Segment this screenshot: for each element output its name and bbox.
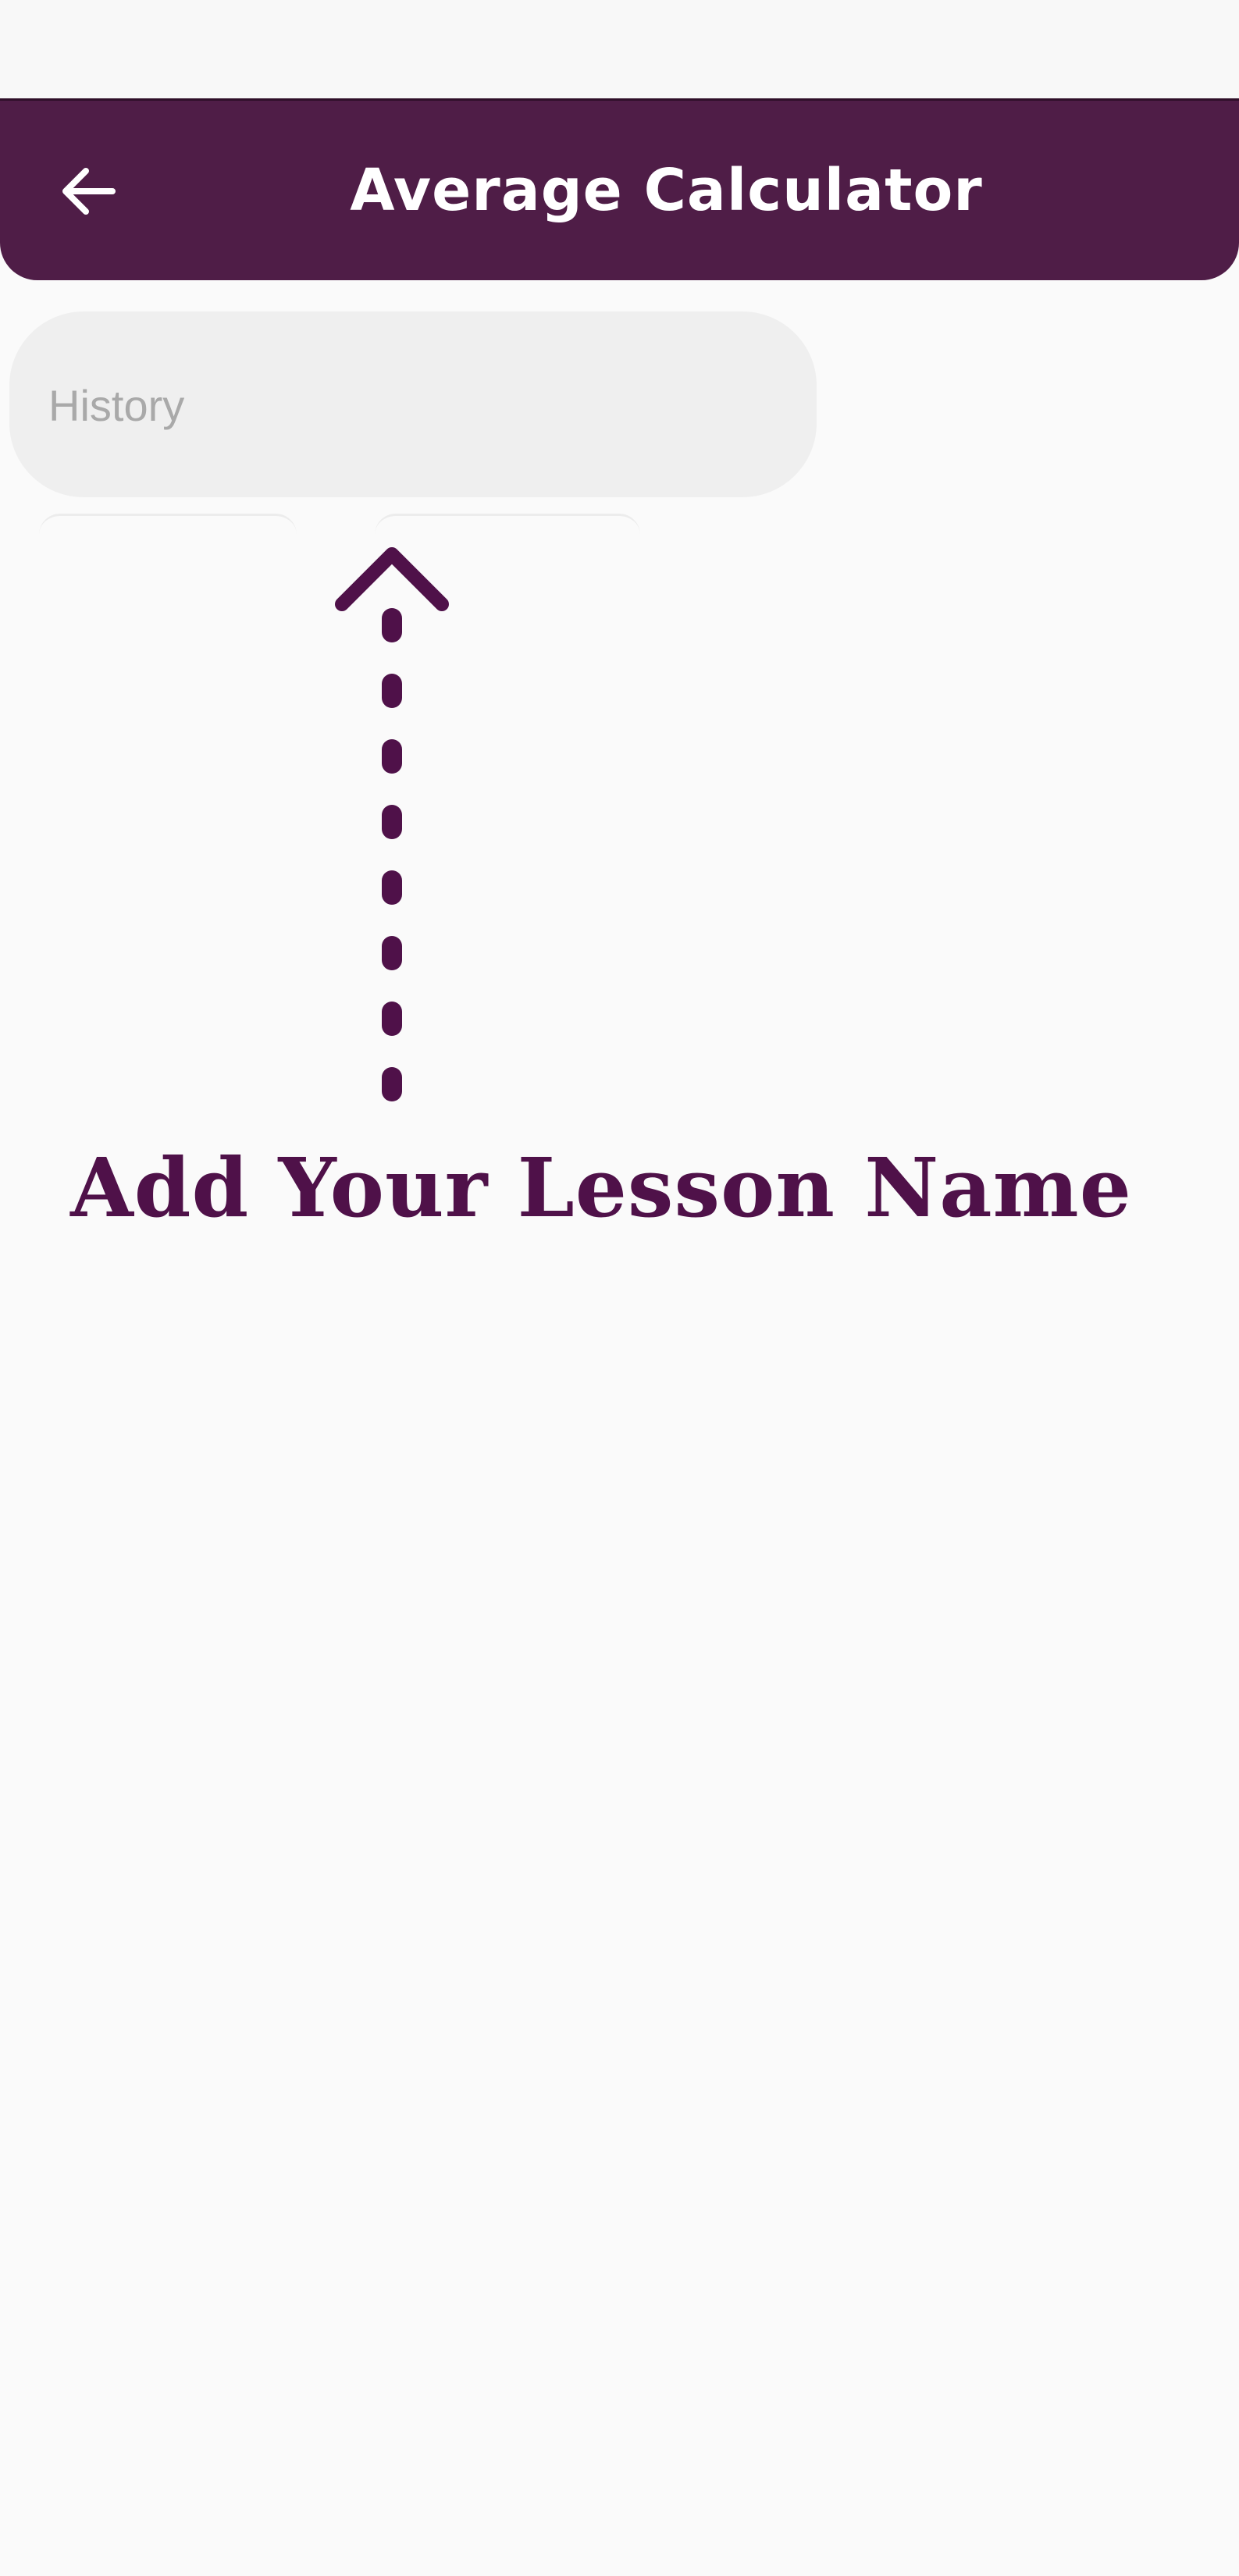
tab-edge	[375, 514, 640, 535]
app-title: Average Calculator	[350, 157, 983, 224]
app-bar: Average Calculator	[0, 98, 1239, 280]
status-bar	[0, 0, 1239, 98]
lesson-name-field[interactable]	[9, 311, 817, 499]
tutorial-hint-text: Add Your Lesson Name	[70, 1140, 1132, 1236]
lesson-name-input[interactable]	[47, 311, 784, 499]
tab-edge	[39, 514, 297, 535]
dashed-arrow-up-icon	[335, 547, 449, 1150]
